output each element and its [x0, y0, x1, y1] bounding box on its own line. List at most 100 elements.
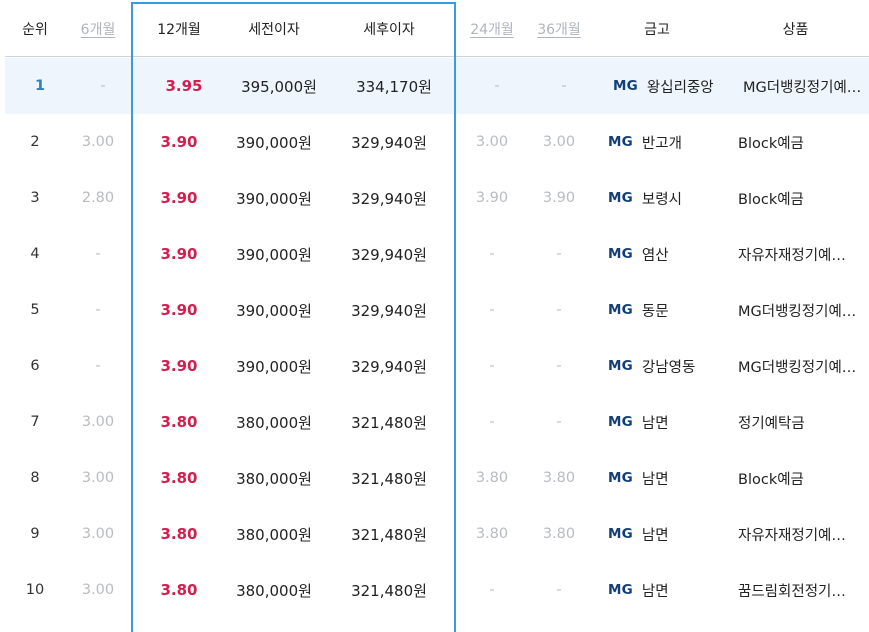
header-divider [5, 56, 869, 57]
table-row[interactable]: 1 - 3.95 395,000원 334,170원 - - MG 왕십리중앙 … [5, 58, 869, 114]
product-cell[interactable]: 자유자재정기예… [722, 226, 869, 282]
bank-cell[interactable]: MG 남면 [592, 450, 722, 506]
table-row[interactable]: 7 3.00 3.80 380,000원 321,480원 - - MG 남면 … [0, 394, 869, 450]
product-cell[interactable]: MG더뱅킹정기예… [722, 282, 869, 338]
rate-12-month-cell: 3.95 [165, 77, 203, 95]
product-cell[interactable]: 정기예탁금 [722, 394, 869, 450]
rank-cell: 8 [30, 470, 40, 486]
rate-12-month-cell: 3.80 [160, 581, 198, 599]
product-cell[interactable]: Block예금 [722, 170, 869, 226]
rate-6-month-cell: - [95, 246, 101, 262]
rate-24-month-cell: - [494, 78, 500, 94]
pre-tax-interest-cell: 380,000원 [236, 581, 312, 600]
table-row[interactable]: 9 3.00 3.80 380,000원 321,480원 3.80 3.80 … [0, 506, 869, 562]
bank-branch-name: 남면 [641, 527, 669, 544]
table-row[interactable]: 3 2.80 3.90 390,000원 329,940원 3.90 3.90 … [0, 170, 869, 226]
rate-24-month-cell: - [489, 414, 495, 430]
product-cell[interactable]: Block예금 [722, 114, 869, 170]
rate-36-month-cell: - [556, 246, 562, 262]
rank-cell: 10 [25, 582, 45, 598]
pre-tax-interest-cell: 380,000원 [236, 413, 312, 432]
rate-12-month-cell: 3.90 [160, 245, 198, 263]
rate-6-month-cell: 3.00 [81, 526, 115, 542]
product-name: Block예금 [738, 135, 804, 152]
bank-branch-name: 남면 [641, 415, 669, 432]
rate-24-month-cell: - [489, 302, 495, 318]
pre-tax-interest-cell: 380,000원 [236, 525, 312, 544]
post-tax-interest-cell: 334,170원 [356, 77, 432, 96]
rate-36-month-cell: 3.80 [542, 470, 576, 486]
bank-branch-name: 보령시 [641, 191, 682, 208]
rate-12-month-cell: 3.90 [160, 301, 198, 319]
product-name: Block예금 [738, 471, 804, 488]
mg-logo-icon: MG [608, 414, 633, 430]
bank-cell[interactable]: MG 남면 [592, 562, 722, 618]
table-row[interactable]: 10 3.00 3.80 380,000원 321,480원 - - MG 남면… [0, 562, 869, 618]
product-cell[interactable]: 자유자재정기예… [722, 506, 869, 562]
header-24-month-link[interactable]: 24개월 [458, 2, 526, 56]
rate-6-month-cell: 3.00 [81, 582, 115, 598]
post-tax-interest-cell: 321,480원 [351, 525, 427, 544]
bank-cell[interactable]: MG 반고개 [592, 114, 722, 170]
rate-36-month-cell: - [556, 582, 562, 598]
product-cell[interactable]: Block예금 [722, 450, 869, 506]
post-tax-interest-cell: 329,940원 [351, 133, 427, 152]
bank-branch-name: 남면 [641, 471, 669, 488]
product-cell[interactable]: 꿈드림회전정기… [722, 562, 869, 618]
table-row[interactable]: 8 3.00 3.80 380,000원 321,480원 3.80 3.80 … [0, 450, 869, 506]
pre-tax-interest-cell: 380,000원 [236, 469, 312, 488]
bank-cell[interactable]: MG 강남영동 [592, 338, 722, 394]
mg-logo-icon: MG [608, 526, 633, 542]
rate-36-month-cell: - [556, 414, 562, 430]
header-36-month-link[interactable]: 36개월 [526, 2, 592, 56]
bank-branch-name: 강남영동 [641, 359, 696, 376]
rank-cell: 3 [30, 190, 40, 206]
rank-cell: 9 [30, 526, 40, 542]
rate-24-month-cell: 3.90 [475, 190, 509, 206]
pre-tax-interest-cell: 390,000원 [236, 245, 312, 264]
product-name: MG더뱅킹정기예… [743, 79, 862, 96]
header-6-month-link[interactable]: 6개월 [65, 2, 131, 56]
header-product: 상품 [782, 22, 809, 38]
rate-6-month-cell: 3.00 [81, 414, 115, 430]
post-tax-interest-cell: 329,940원 [351, 189, 427, 208]
rate-6-month-cell: 2.80 [81, 190, 115, 206]
rate-36-month-cell: 3.80 [542, 526, 576, 542]
rate-6-month-cell: - [100, 78, 106, 94]
post-tax-interest-cell: 321,480원 [351, 469, 427, 488]
header-post-tax-interest: 세후이자 [363, 22, 415, 38]
product-cell[interactable]: MG더뱅킹정기예… [722, 338, 869, 394]
bank-cell[interactable]: MG 남면 [592, 506, 722, 562]
pre-tax-interest-cell: 390,000원 [236, 357, 312, 376]
table-row[interactable]: 6 - 3.90 390,000원 329,940원 - - MG 강남영동 M… [0, 338, 869, 394]
post-tax-interest-cell: 329,940원 [351, 301, 427, 320]
rate-24-month-cell: 3.80 [475, 470, 509, 486]
table-row[interactable]: 4 - 3.90 390,000원 329,940원 - - MG 염산 자유자… [0, 226, 869, 282]
product-cell[interactable]: MG더뱅킹정기예… [727, 58, 869, 114]
table-row[interactable]: 2 3.00 3.90 390,000원 329,940원 3.00 3.00 … [0, 114, 869, 170]
rate-12-month-cell: 3.90 [160, 133, 198, 151]
rate-6-month-cell: - [95, 358, 101, 374]
header-pre-tax-interest: 세전이자 [248, 22, 300, 38]
rate-12-month-cell: 3.80 [160, 525, 198, 543]
post-tax-interest-cell: 329,940원 [351, 357, 427, 376]
product-name: 꿈드림회전정기… [738, 583, 846, 600]
table-header: 순위 6개월 12개월 세전이자 세후이자 24개월 36개월 금고 상품 [0, 2, 869, 56]
rate-24-month-cell: - [489, 358, 495, 374]
rate-12-month-cell: 3.80 [160, 413, 198, 431]
rate-6-month-cell: 3.00 [81, 134, 115, 150]
bank-cell[interactable]: MG 동문 [592, 282, 722, 338]
bank-cell[interactable]: MG 염산 [592, 226, 722, 282]
product-name: 자유자재정기예… [738, 527, 846, 544]
mg-logo-icon: MG [608, 246, 633, 262]
rate-24-month-cell: 3.00 [475, 134, 509, 150]
rate-12-month-cell: 3.80 [160, 469, 198, 487]
bank-cell[interactable]: MG 왕십리중앙 [597, 58, 727, 114]
bank-cell[interactable]: MG 보령시 [592, 170, 722, 226]
mg-logo-icon: MG [608, 358, 633, 374]
bank-branch-name: 남면 [641, 583, 669, 600]
rate-12-month-cell: 3.90 [160, 357, 198, 375]
product-name: 자유자재정기예… [738, 247, 846, 264]
table-row[interactable]: 5 - 3.90 390,000원 329,940원 - - MG 동문 MG더… [0, 282, 869, 338]
bank-cell[interactable]: MG 남면 [592, 394, 722, 450]
